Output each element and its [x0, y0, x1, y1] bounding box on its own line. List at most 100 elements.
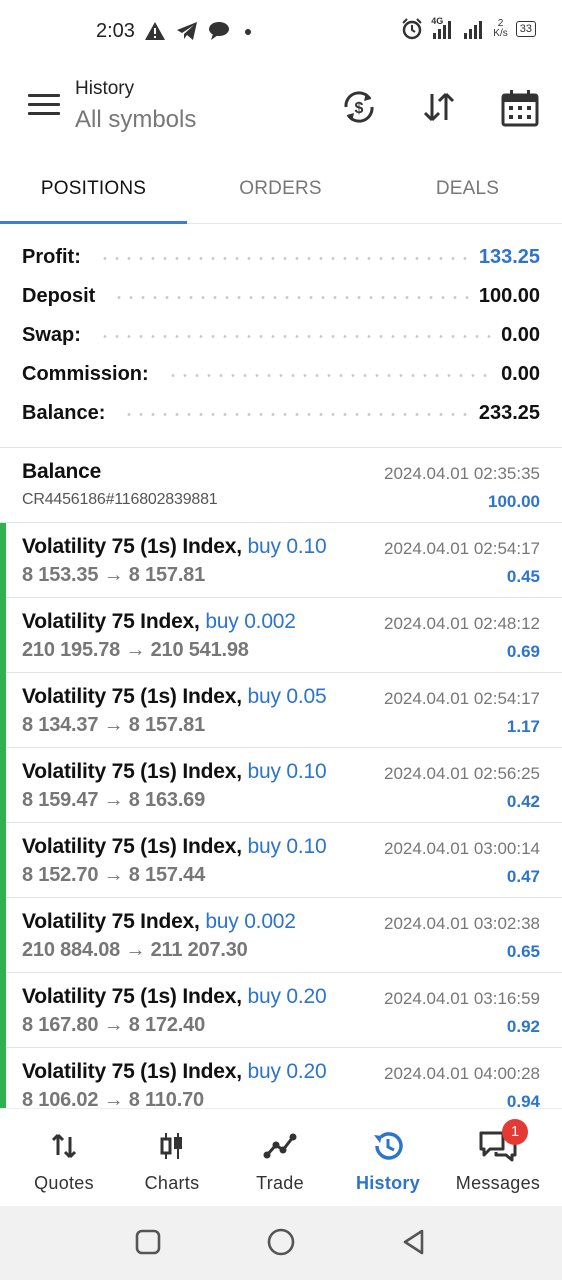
position-datetime: 2024.04.01 03:00:14 [384, 839, 540, 858]
summary-row-deposit: Deposit 100.00 [0, 277, 562, 316]
position-side: buy 0.10 [247, 760, 327, 783]
position-symbol-line: Volatility 75 (1s) Index, buy 0.10 [22, 760, 327, 784]
candlestick-icon [160, 1133, 182, 1159]
status-bar: 2:03 4G 2 K/s 33 [0, 0, 562, 64]
history-tabs: POSITIONS ORDERS DEALS [0, 158, 562, 224]
active-tab-indicator [0, 221, 187, 224]
sort-icon[interactable] [420, 88, 458, 126]
nav-charts[interactable]: Charts [116, 1109, 228, 1207]
menu-line [28, 112, 60, 115]
battery-icon: 33 [515, 21, 536, 37]
summary-label: Commission: [22, 363, 157, 386]
position-status-bar [0, 748, 6, 823]
position-symbol: Volatility 75 (1s) Index, [22, 535, 242, 558]
back-icon[interactable] [400, 1228, 428, 1256]
system-navigation-bar [0, 1206, 562, 1280]
position-symbol-line: Volatility 75 (1s) Index, buy 0.05 [22, 685, 327, 709]
calendar-icon[interactable] [500, 88, 540, 128]
history-list[interactable]: Balance CR4456186#116802839881 2024.04.0… [0, 448, 562, 1108]
position-symbol-line: Volatility 75 (1s) Index, buy 0.10 [22, 835, 327, 859]
data-rate: 2 K/s [493, 19, 507, 39]
nav-label: Quotes [34, 1173, 94, 1193]
position-datetime: 2024.04.01 04:00:28 [384, 1064, 540, 1083]
balance-entry[interactable]: Balance CR4456186#116802839881 2024.04.0… [0, 448, 562, 523]
messages-badge: 1 [502, 1119, 528, 1145]
summary-label: Profit: [22, 246, 89, 269]
position-symbol-line: Volatility 75 Index, buy 0.002 [22, 910, 296, 934]
position-datetime: 2024.04.01 02:56:25 [384, 764, 540, 783]
position-status-bar [0, 823, 6, 898]
summary-row-balance: Balance: 233.25 [0, 394, 562, 433]
position-prices: 8 153.35 → 8 157.81 [22, 564, 206, 586]
summary-panel: Profit: 133.25 Deposit 100.00 Swap: 0.00… [0, 238, 562, 433]
nav-messages[interactable]: 1 Messages [442, 1109, 554, 1207]
position-symbol: Volatility 75 (1s) Index, [22, 985, 242, 1008]
trend-line-icon [263, 1133, 297, 1159]
position-row[interactable]: Volatility 75 (1s) Index, buy 0.20 8 167… [0, 973, 562, 1048]
position-row[interactable]: Volatility 75 (1s) Index, buy 0.10 8 153… [0, 523, 562, 598]
position-status-bar [0, 1048, 6, 1108]
position-row[interactable]: Volatility 75 (1s) Index, buy 0.10 8 152… [0, 823, 562, 898]
position-row[interactable]: Volatility 75 (1s) Index, buy 0.05 8 134… [0, 673, 562, 748]
nav-trade[interactable]: Trade [224, 1109, 336, 1207]
nav-history[interactable]: History [332, 1109, 444, 1207]
position-symbol: Volatility 75 (1s) Index, [22, 685, 242, 708]
position-row[interactable]: Volatility 75 (1s) Index, buy 0.10 8 159… [0, 748, 562, 823]
page-title: History [75, 78, 135, 99]
svg-text:$: $ [355, 100, 364, 117]
dotted-leader [123, 413, 469, 416]
position-symbol: Volatility 75 (1s) Index, [22, 760, 242, 783]
app-header: History All symbols $ [0, 64, 562, 158]
position-symbol-line: Volatility 75 (1s) Index, buy 0.20 [22, 985, 327, 1009]
status-right-group: 4G 2 K/s 33 [401, 16, 536, 40]
symbol-filter[interactable]: All symbols [75, 106, 196, 134]
balance-entry-datetime: 2024.04.01 02:35:35 [384, 464, 540, 483]
position-prices: 210 195.78 → 210 541.98 [22, 639, 249, 661]
summary-row-profit: Profit: 133.25 [0, 238, 562, 277]
currency-exchange-icon[interactable]: $ [340, 88, 378, 126]
status-time: 2:03 [96, 20, 135, 42]
position-row[interactable]: Volatility 75 Index, buy 0.002 210 884.0… [0, 898, 562, 973]
bottom-navigation: Quotes Charts Trade History 1 Messages [0, 1108, 562, 1206]
position-side: buy 0.002 [205, 910, 296, 933]
position-symbol: Volatility 75 (1s) Index, [22, 1060, 242, 1083]
position-datetime: 2024.04.01 03:16:59 [384, 989, 540, 1008]
summary-row-swap: Swap: 0.00 [0, 316, 562, 355]
position-prices: 8 134.37 → 8 157.81 [22, 714, 206, 736]
warning-icon [145, 22, 165, 40]
chat-notification-icon [209, 22, 229, 40]
menu-button[interactable] [28, 94, 60, 118]
position-profit: 0.65 [506, 942, 540, 961]
position-datetime: 2024.04.01 03:02:38 [384, 914, 540, 933]
summary-label: Balance: [22, 402, 114, 425]
position-prices: 210 884.08 → 211 207.30 [22, 939, 248, 961]
position-row[interactable]: Volatility 75 (1s) Index, buy 0.20 8 106… [0, 1048, 562, 1108]
position-datetime: 2024.04.01 02:54:17 [384, 689, 540, 708]
position-status-bar [0, 673, 6, 748]
nav-quotes[interactable]: Quotes [8, 1109, 120, 1207]
position-side: buy 0.10 [247, 835, 327, 858]
tab-deals[interactable]: DEALS [374, 158, 561, 224]
alarm-icon [402, 18, 423, 40]
more-notifications-dot-icon [245, 29, 251, 35]
signal-icon [464, 21, 483, 39]
dotted-leader [166, 374, 492, 377]
position-datetime: 2024.04.01 02:48:12 [384, 614, 540, 633]
tab-orders[interactable]: ORDERS [187, 158, 374, 224]
position-symbol: Volatility 75 Index, [22, 610, 200, 633]
home-icon[interactable] [266, 1228, 296, 1258]
recent-apps-icon[interactable] [134, 1228, 162, 1256]
balance-entry-amount: 100.00 [488, 492, 540, 511]
position-status-bar [0, 898, 6, 973]
tab-positions[interactable]: POSITIONS [0, 158, 187, 224]
position-datetime: 2024.04.01 02:54:17 [384, 539, 540, 558]
position-prices: 8 106.02 → 8 110.70 [22, 1089, 204, 1108]
position-profit: 0.94 [506, 1092, 540, 1108]
summary-value: 133.25 [478, 246, 540, 268]
summary-row-commission: Commission: 0.00 [0, 355, 562, 394]
position-side: buy 0.20 [247, 1060, 327, 1083]
summary-value: 0.00 [501, 363, 540, 385]
position-row[interactable]: Volatility 75 Index, buy 0.002 210 195.7… [0, 598, 562, 673]
battery-level: 33 [519, 23, 532, 35]
summary-label: Swap: [22, 324, 89, 347]
